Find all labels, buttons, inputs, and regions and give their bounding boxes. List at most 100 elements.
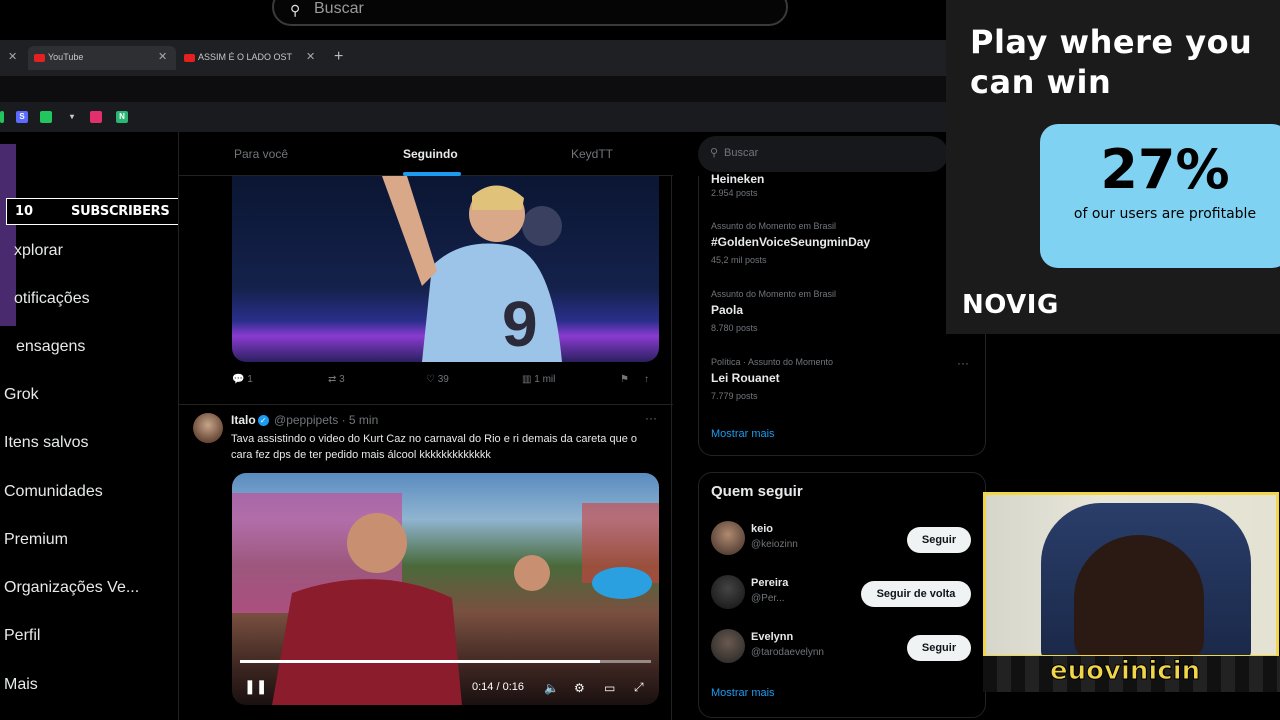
football-player-image: 9: [382, 176, 562, 362]
post-video[interactable]: ❚❚ 0:14 / 0:16 🔈 ⚙ ▭ ⤢: [232, 473, 659, 705]
follow-handle: @keiozinn: [751, 539, 798, 550]
who-to-follow-title: Quem seguir: [711, 483, 803, 500]
tab-keydtt[interactable]: KeydTT: [571, 147, 613, 161]
video-time: 0:14 / 0:16: [472, 681, 524, 693]
settings-icon[interactable]: ⚙: [574, 681, 585, 695]
tab-label: YouTube: [48, 52, 84, 62]
tab-youtube[interactable]: YouTube ✕: [28, 46, 176, 70]
timeline: Para você Seguindo KeydTT 9 💬 1 ⇄ 3 ♡ 39…: [178, 132, 673, 720]
post[interactable]: Italo ✓ @peppipets · 5 min ··· Tava assis…: [179, 404, 673, 720]
show-more-trends-link[interactable]: Mostrar mais: [711, 428, 775, 440]
search-placeholder: Buscar: [724, 147, 759, 159]
follow-name[interactable]: Evelynn: [751, 631, 793, 643]
address-bar[interactable]: [0, 76, 946, 102]
bookmark-icon[interactable]: [0, 111, 4, 123]
close-icon[interactable]: ✕: [8, 50, 17, 63]
share-button[interactable]: ↑: [644, 374, 649, 385]
volume-icon[interactable]: 🔈: [544, 681, 559, 695]
who-to-follow-panel: Quem seguir keio @keiozinn Seguir Pereir…: [698, 472, 986, 718]
nav-notificacoes[interactable]: otificações: [14, 290, 90, 308]
feed-tabs: Para você Seguindo KeydTT: [179, 132, 673, 176]
avatar[interactable]: [711, 575, 745, 609]
nav-explorar[interactable]: xplorar: [14, 242, 63, 260]
trend-count: 7.779 posts: [711, 391, 758, 401]
follow-handle: @Per...: [751, 593, 785, 604]
nav-itens-salvos[interactable]: Itens salvos: [4, 434, 88, 452]
avatar[interactable]: [711, 629, 745, 663]
show-more-follow-link[interactable]: Mostrar mais: [711, 687, 775, 699]
fullscreen-icon[interactable]: ⤢: [634, 680, 644, 695]
tab-seguindo[interactable]: Seguindo: [403, 147, 458, 161]
subscriber-current: 10: [15, 204, 34, 219]
top-search-bar[interactable]: ⚲ Buscar: [272, 0, 788, 26]
bookmark-button[interactable]: ⚑: [620, 374, 629, 385]
views-count: 1 mil: [534, 374, 556, 385]
post-actions: 💬 1 ⇄ 3 ♡ 39 ▥ 1 mil ⚑ ↑: [232, 374, 659, 390]
author-handle[interactable]: @peppipets · 5 min: [274, 413, 378, 427]
bookmark-icon[interactable]: [40, 111, 52, 123]
like-count: 39: [437, 374, 449, 385]
ad-stat-card: 27% of our users are profitable: [1040, 124, 1280, 268]
nav-organizacoes[interactable]: Organizações Ve...: [4, 579, 139, 597]
pip-icon[interactable]: ▭: [604, 681, 615, 695]
like-button[interactable]: ♡ 39: [426, 374, 449, 385]
avatar[interactable]: [711, 521, 745, 555]
trend-name: Paola: [711, 303, 744, 317]
youtube-icon: [184, 54, 195, 62]
post-image[interactable]: 9: [232, 176, 659, 362]
follow-name[interactable]: keio: [751, 523, 773, 535]
post-text: Tava assistindo o video do Kurt Caz no c…: [231, 433, 638, 461]
views-button[interactable]: ▥ 1 mil: [522, 374, 555, 385]
streamer-name: euovinicin: [1049, 656, 1201, 687]
search-icon: ⚲: [710, 147, 719, 159]
search-input[interactable]: ⚲ Buscar: [698, 136, 948, 172]
novig-logo: NOVIG: [962, 290, 1059, 320]
verified-icon: ✓: [257, 415, 269, 427]
nav-mensagens[interactable]: ensagens: [16, 338, 85, 356]
trends-panel: Heineken 2.954 posts Assunto do Momento …: [698, 172, 986, 456]
webcam-overlay: [983, 492, 1279, 658]
browser-tab-bar: ✕ YouTube ✕ ASSIM É O LADO OST ✕ +: [0, 40, 946, 76]
reply-count: 1: [247, 374, 253, 385]
new-tab-button[interactable]: +: [334, 48, 343, 66]
ad-headline: Play where you can win: [970, 23, 1253, 101]
nav-premium[interactable]: Premium: [4, 531, 68, 549]
bookmark-n-icon[interactable]: N: [116, 111, 128, 123]
nav-mais[interactable]: Mais: [4, 676, 38, 694]
video-progress-fill: [240, 660, 600, 663]
youtube-icon: [34, 54, 45, 62]
nav-perfil[interactable]: Perfil: [4, 627, 40, 645]
top-search-placeholder: Buscar: [314, 0, 364, 17]
repost-button[interactable]: ⇄ 3: [328, 374, 345, 385]
video-frame: [232, 493, 659, 705]
close-icon[interactable]: ✕: [306, 50, 315, 63]
trend-name: Lei Rouanet: [711, 371, 780, 385]
reply-button[interactable]: 💬 1: [232, 374, 253, 385]
tab-label: ASSIM É O LADO OST: [198, 52, 293, 62]
close-icon[interactable]: ✕: [158, 50, 167, 63]
author-name[interactable]: Italo: [231, 413, 256, 427]
tab-para-voce[interactable]: Para você: [234, 147, 288, 161]
bookmark-s-icon[interactable]: S: [16, 111, 28, 123]
more-options-icon[interactable]: ···: [645, 411, 657, 425]
search-icon: ⚲: [290, 2, 301, 18]
nav-comunidades[interactable]: Comunidades: [4, 483, 103, 501]
nav-grok[interactable]: Grok: [4, 386, 39, 404]
follow-back-button[interactable]: Seguir de volta: [861, 581, 971, 607]
svg-text:9: 9: [502, 288, 538, 360]
tab-video[interactable]: ASSIM É O LADO OST ✕: [178, 46, 326, 70]
avatar[interactable]: [193, 413, 223, 443]
repost-count: 3: [339, 374, 345, 385]
trend-name: #GoldenVoiceSeungminDay: [711, 235, 871, 249]
chevron-down-icon[interactable]: ▾: [66, 111, 78, 123]
pause-icon[interactable]: ❚❚: [244, 678, 267, 695]
subscriber-label: SUBSCRIBERS: [71, 204, 170, 219]
trend-category: Política · Assunto do Momento: [711, 357, 834, 367]
follow-button[interactable]: Seguir: [907, 527, 971, 553]
instagram-icon[interactable]: [90, 111, 102, 123]
follow-name[interactable]: Pereira: [751, 577, 788, 589]
follow-button[interactable]: Seguir: [907, 635, 971, 661]
trend-category: Assunto do Momento em Brasil: [711, 221, 837, 231]
more-options-icon[interactable]: ···: [957, 356, 969, 370]
post-author: Italo ✓ @peppipets · 5 min: [231, 413, 378, 427]
